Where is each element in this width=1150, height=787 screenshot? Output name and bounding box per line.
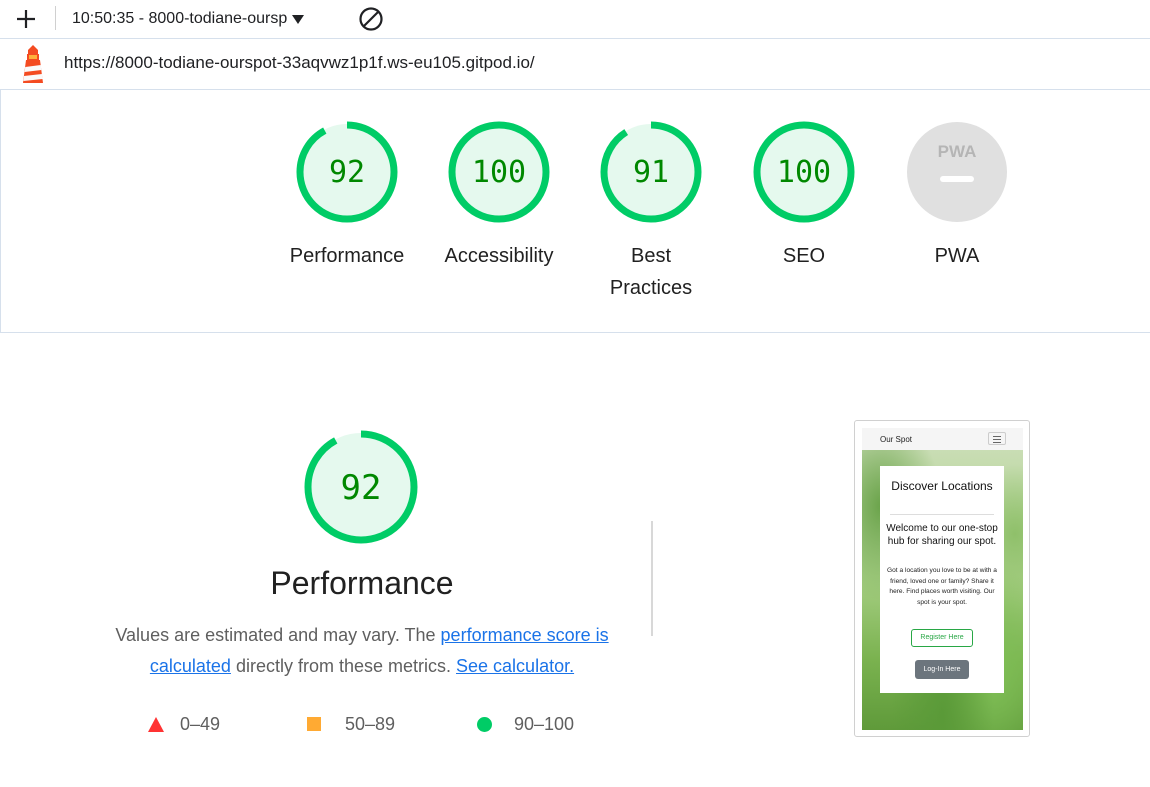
average-square-icon (307, 717, 321, 731)
toolbar-divider (55, 6, 56, 30)
performance-score: 92 (341, 468, 382, 508)
gauge-label: SEO (782, 245, 826, 267)
gauge-label: Best Practices (609, 245, 693, 299)
pwa-badge-icon: PWA (938, 142, 977, 161)
report-header: https://8000-todiane-ourspot-33aqvwz1p1f… (0, 39, 1150, 90)
gauge-score: 100 (777, 155, 831, 190)
clear-button[interactable] (358, 6, 384, 32)
gauge-pwa[interactable]: PWA PWA (892, 120, 1022, 272)
score-gauge: 91 (600, 121, 702, 223)
see-calculator-link[interactable]: See calculator. (456, 656, 574, 676)
performance-description: Values are estimated and may vary. The p… (100, 620, 624, 682)
left-border (0, 90, 1, 332)
legend-range: 0–49 (180, 713, 221, 734)
section-divider (0, 332, 1150, 333)
performance-title: Performance (270, 565, 454, 601)
gauge-label: Performance (289, 245, 405, 267)
gauge-score: 100 (472, 155, 526, 190)
report-selector[interactable]: 10:50:35 - 8000-todiane-oursp (72, 7, 305, 31)
dropdown-triangle-icon (292, 14, 305, 24)
score-gauge: 100 (753, 121, 855, 223)
pwa-gauge: PWA (907, 122, 1007, 222)
report-selector-label: 10:50:35 - 8000-todiane-oursp (72, 10, 288, 27)
gauge-score: 91 (633, 155, 669, 190)
gauge-label: PWA (934, 245, 980, 267)
legend-range: 90–100 (514, 713, 575, 734)
description-text: Values are estimated and may vary. The (115, 625, 441, 645)
page-url-link[interactable]: https://8000-todiane-ourspot-33aqvwz1p1f… (64, 53, 535, 73)
report-toolbar: 10:50:35 - 8000-todiane-oursp (0, 0, 1150, 39)
performance-score-gauge: 92 (304, 430, 418, 544)
legend-range: 50–89 (345, 713, 396, 734)
gauge-label: Accessibility (444, 245, 554, 267)
gauge-performance[interactable]: 92 Performance (282, 120, 412, 272)
description-text: directly from these metrics. (230, 656, 457, 676)
pass-circle-icon (477, 716, 492, 732)
score-gauge: 92 (296, 121, 398, 223)
thumb-body: Got a location you love to be at with a … (887, 567, 997, 606)
thumb-heading: Discover Locations (891, 479, 993, 493)
legend-pass: 90–100 (477, 712, 574, 736)
gauge-best-practices[interactable]: 91 Best Practices (586, 120, 716, 304)
gauge-seo[interactable]: 100 SEO (739, 120, 869, 272)
thumb-card: Discover Locations Welcome to our one-st… (880, 466, 1004, 693)
hamburger-menu-icon (988, 432, 1006, 445)
thumb-register-button: Register Here (911, 629, 973, 647)
thumb-login-button: Log-In Here (915, 660, 969, 679)
new-report-button[interactable] (14, 7, 38, 31)
score-gauge: 100 (448, 121, 550, 223)
thumb-divider (890, 514, 994, 515)
final-screenshot[interactable]: Our Spot Discover Locations Welcome to o… (854, 420, 1030, 737)
thumb-brand: Our Spot (880, 435, 913, 444)
gauge-accessibility[interactable]: 100 Accessibility (434, 120, 564, 272)
thumb-navbar: Our Spot (862, 428, 1023, 450)
lighthouse-logo-icon (23, 45, 43, 83)
thumb-subheading: Welcome to our one-stop hub for sharing … (886, 523, 998, 547)
fail-triangle-icon (148, 716, 164, 732)
gauge-score: 92 (329, 155, 365, 190)
vertical-divider (651, 521, 653, 636)
block-icon (359, 7, 383, 31)
legend-average: 50–89 (307, 712, 395, 736)
plus-icon (17, 10, 35, 28)
legend-fail: 0–49 (148, 712, 220, 736)
not-applicable-dash-icon (940, 176, 974, 182)
